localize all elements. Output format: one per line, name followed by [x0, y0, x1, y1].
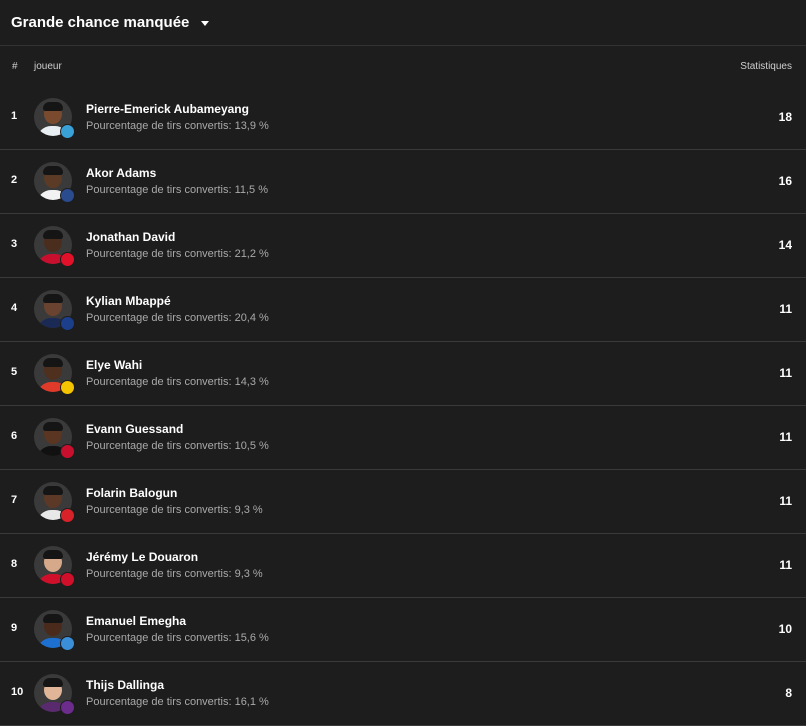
player-hair	[43, 614, 63, 623]
big-chances-missed-value: 14	[778, 238, 792, 252]
conversion-rate: Pourcentage de tirs convertis: 13,9 %	[86, 120, 269, 132]
big-chances-missed-value: 11	[779, 302, 792, 316]
big-chances-missed-value: 8	[785, 686, 792, 700]
player-avatar	[34, 482, 75, 523]
column-stats-header[interactable]: Statistiques	[740, 61, 792, 72]
player-name[interactable]: Evann Guessand	[86, 422, 183, 436]
big-chances-missed-value: 11	[779, 558, 792, 572]
player-rank: 5	[11, 366, 18, 378]
big-chances-missed-value: 10	[778, 622, 792, 636]
player-rank: 3	[11, 238, 18, 250]
column-player-header: joueur	[34, 60, 62, 72]
stat-category-dropdown[interactable]: Grande chance manquée	[11, 14, 210, 31]
big-chances-missed-value: 16	[778, 174, 792, 188]
player-list: 1 Pierre-Emerick Aubameyang Pourcentage …	[0, 86, 806, 726]
player-row[interactable]: 10 Thijs Dallinga Pourcentage de tirs co…	[0, 662, 806, 726]
player-name[interactable]: Folarin Balogun	[86, 486, 177, 500]
brest-badge-icon	[60, 572, 75, 587]
lille-badge-icon	[60, 252, 75, 267]
marseille-badge-icon	[60, 124, 75, 139]
player-hair	[43, 294, 63, 303]
nice-badge-icon	[60, 444, 75, 459]
conversion-rate: Pourcentage de tirs convertis: 14,3 %	[86, 376, 269, 388]
player-name[interactable]: Jérémy Le Douaron	[86, 550, 198, 564]
player-rank: 7	[11, 494, 18, 506]
big-chances-missed-value: 11	[779, 366, 792, 380]
player-row[interactable]: 6 Evann Guessand Pourcentage de tirs con…	[0, 406, 806, 470]
strasbourg-badge-icon	[60, 636, 75, 651]
toulouse-badge-icon	[60, 700, 75, 715]
player-hair	[43, 422, 63, 431]
big-chances-missed-value: 18	[778, 110, 792, 124]
player-name[interactable]: Pierre-Emerick Aubameyang	[86, 102, 249, 116]
player-rank: 6	[11, 430, 18, 442]
player-row[interactable]: 1 Pierre-Emerick Aubameyang Pourcentage …	[0, 86, 806, 150]
player-avatar	[34, 354, 75, 395]
player-hair	[43, 550, 63, 559]
conversion-rate: Pourcentage de tirs convertis: 11,5 %	[86, 184, 269, 196]
player-name[interactable]: Kylian Mbappé	[86, 294, 171, 308]
player-row[interactable]: 3 Jonathan David Pourcentage de tirs con…	[0, 214, 806, 278]
player-name[interactable]: Elye Wahi	[86, 358, 142, 372]
player-avatar	[34, 610, 75, 651]
player-row[interactable]: 7 Folarin Balogun Pourcentage de tirs co…	[0, 470, 806, 534]
player-row[interactable]: 5 Elye Wahi Pourcentage de tirs converti…	[0, 342, 806, 406]
lens-badge-icon	[60, 380, 75, 395]
player-name[interactable]: Thijs Dallinga	[86, 678, 164, 692]
player-rank: 9	[11, 622, 18, 634]
player-name[interactable]: Emanuel Emegha	[86, 614, 186, 628]
conversion-rate: Pourcentage de tirs convertis: 10,5 %	[86, 440, 269, 452]
conversion-rate: Pourcentage de tirs convertis: 21,2 %	[86, 248, 269, 260]
player-avatar	[34, 674, 75, 715]
player-hair	[43, 102, 63, 111]
psg-badge-icon	[60, 316, 75, 331]
montpellier-badge-icon	[60, 188, 75, 203]
monaco-badge-icon	[60, 508, 75, 523]
player-hair	[43, 678, 63, 687]
player-avatar	[34, 98, 75, 139]
player-hair	[43, 358, 63, 367]
column-rank-header: #	[12, 60, 18, 72]
player-hair	[43, 166, 63, 175]
player-row[interactable]: 4 Kylian Mbappé Pourcentage de tirs conv…	[0, 278, 806, 342]
player-avatar	[34, 162, 75, 203]
column-header-row: # joueur Statistiques	[0, 46, 806, 86]
big-chances-missed-value: 11	[779, 494, 792, 508]
conversion-rate: Pourcentage de tirs convertis: 16,1 %	[86, 696, 269, 708]
player-name[interactable]: Akor Adams	[86, 166, 156, 180]
player-name[interactable]: Jonathan David	[86, 230, 175, 244]
player-rank: 10	[11, 686, 24, 698]
conversion-rate: Pourcentage de tirs convertis: 9,3 %	[86, 504, 263, 516]
conversion-rate: Pourcentage de tirs convertis: 20,4 %	[86, 312, 269, 324]
conversion-rate: Pourcentage de tirs convertis: 9,3 %	[86, 568, 263, 580]
player-rank: 8	[11, 558, 18, 570]
player-hair	[43, 230, 63, 239]
conversion-rate: Pourcentage de tirs convertis: 15,6 %	[86, 632, 269, 644]
player-avatar	[34, 290, 75, 331]
header-bar: Grande chance manquée	[0, 0, 806, 46]
player-avatar	[34, 546, 75, 587]
player-rank: 1	[11, 110, 18, 122]
player-row[interactable]: 9 Emanuel Emegha Pourcentage de tirs con…	[0, 598, 806, 662]
stat-category-title: Grande chance manquée	[11, 14, 190, 31]
caret-down-icon	[201, 20, 210, 26]
player-rank: 2	[11, 174, 18, 186]
player-row[interactable]: 8 Jérémy Le Douaron Pourcentage de tirs …	[0, 534, 806, 598]
player-row[interactable]: 2 Akor Adams Pourcentage de tirs convert…	[0, 150, 806, 214]
big-chances-missed-value: 11	[779, 430, 792, 444]
player-rank: 4	[11, 302, 18, 314]
player-hair	[43, 486, 63, 495]
player-avatar	[34, 418, 75, 459]
player-avatar	[34, 226, 75, 267]
